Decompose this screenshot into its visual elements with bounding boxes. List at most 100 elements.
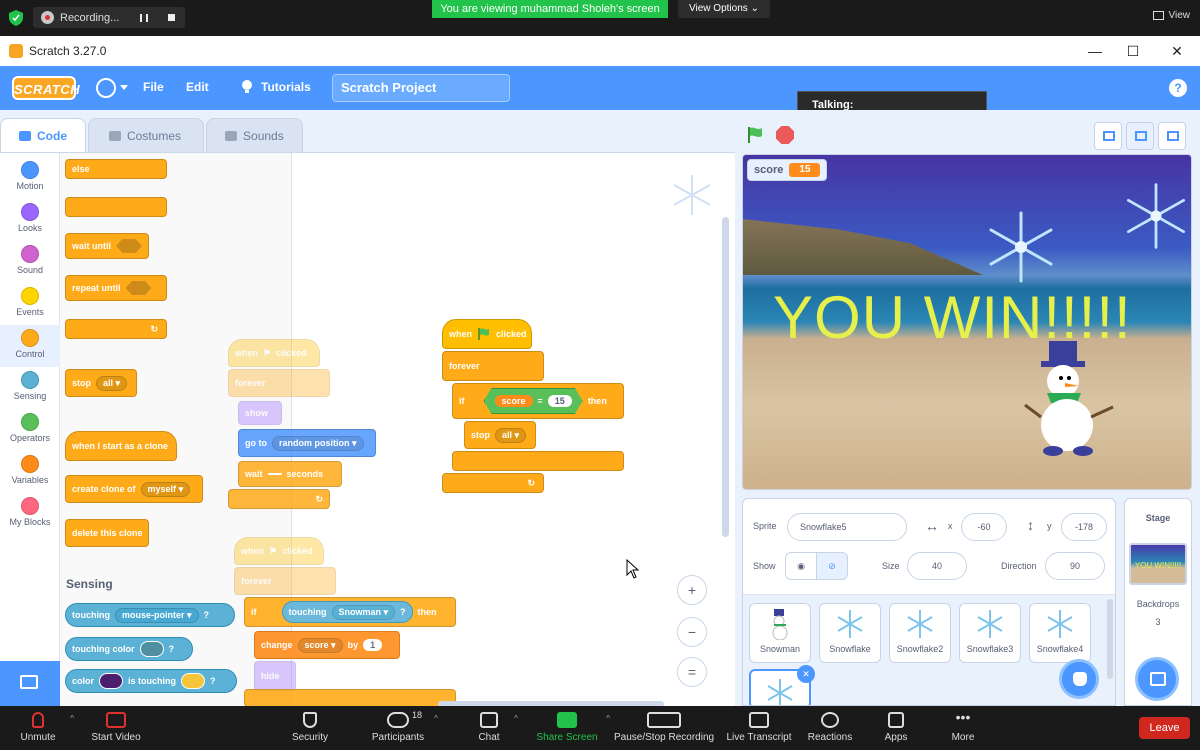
tab-sounds[interactable]: Sounds	[206, 118, 303, 152]
color-touching-block[interactable]: color is touching?	[65, 669, 237, 693]
category-control[interactable]: Control	[0, 325, 60, 367]
caret-up-icon[interactable]: ^	[514, 714, 518, 723]
score-reporter[interactable]: score	[494, 395, 533, 407]
category-operators[interactable]: Operators	[0, 409, 60, 451]
add-extension-button[interactable]	[0, 661, 60, 706]
color-swatch[interactable]	[99, 673, 124, 689]
zoom-reset-button[interactable]: =	[677, 657, 707, 687]
color-swatch[interactable]	[181, 673, 206, 689]
delete-clone-block[interactable]: delete this clone	[65, 519, 149, 547]
vertical-scrollbar[interactable]	[722, 217, 729, 537]
score-target-input[interactable]: 15	[547, 395, 572, 407]
caret-up-icon[interactable]: ^	[70, 714, 74, 723]
sprite-card-snowflake2[interactable]: Snowflake2	[889, 603, 951, 663]
stop-dropdown[interactable]: all ▾	[96, 375, 128, 391]
forever-block[interactable]: forever	[442, 351, 544, 381]
large-stage-button[interactable]	[1126, 122, 1154, 150]
touching-block[interactable]: touching mouse-pointer ▾?	[65, 603, 235, 627]
sprite-card-snowman[interactable]: Snowman	[749, 603, 811, 663]
share-screen-button[interactable]: Share Screen ^	[536, 706, 610, 750]
maximize-button[interactable]: ☐	[1124, 43, 1142, 59]
wait-until-block[interactable]: wait until	[65, 233, 149, 259]
sprite-name-input[interactable]: Snowflake5	[787, 513, 907, 541]
stage-thumbnail[interactable]: YOU WIN!!!!!	[1129, 543, 1187, 585]
category-events[interactable]: Events	[0, 283, 60, 325]
tab-costumes[interactable]: Costumes	[88, 118, 205, 152]
project-title-input[interactable]: Scratch Project	[332, 74, 510, 102]
start-video-button[interactable]: Start Video	[88, 706, 144, 750]
stop-recording-icon[interactable]	[168, 14, 175, 21]
add-sprite-button[interactable]	[1059, 659, 1099, 699]
when-flag-clicked-block[interactable]: when clicked	[442, 319, 532, 349]
stage-canvas[interactable]: score 15 YOU WIN!!!!!	[742, 154, 1192, 490]
if-then-end[interactable]	[452, 451, 624, 471]
show-hidden-button[interactable]: ⊘	[816, 552, 848, 580]
green-flag-icon[interactable]	[746, 126, 764, 144]
help-button[interactable]: ?	[1169, 79, 1187, 97]
reactions-button[interactable]: Reactions	[806, 706, 854, 750]
ghost-show-block[interactable]: show	[238, 401, 282, 425]
category-my-blocks[interactable]: My Blocks	[0, 493, 60, 535]
live-transcript-button[interactable]: Live Transcript	[726, 706, 792, 750]
close-button[interactable]: ✕	[1168, 43, 1186, 59]
chat-button[interactable]: Chat ^	[472, 706, 518, 750]
sprite-list-scrollbar[interactable]	[1107, 599, 1113, 679]
sprite-card-snowflake3[interactable]: Snowflake3	[959, 603, 1021, 663]
sprite-card-snowflake[interactable]: Snowflake	[819, 603, 881, 663]
category-looks[interactable]: Looks	[0, 199, 60, 241]
pause-recording-icon[interactable]	[140, 13, 148, 22]
fullscreen-button[interactable]	[1158, 122, 1186, 150]
else-block-end[interactable]	[65, 197, 167, 217]
ghost-hide-block[interactable]: hide	[254, 661, 296, 691]
snowflake-sprite[interactable]	[983, 209, 1059, 285]
leave-button[interactable]: Leave	[1139, 717, 1190, 739]
y-position-input[interactable]: -178	[1061, 513, 1107, 541]
repeat-until-block[interactable]: repeat until	[65, 275, 167, 301]
sprite-card-snowflake5[interactable]: ✕	[749, 665, 815, 705]
snowman-sprite[interactable]	[1021, 333, 1121, 459]
forever-end[interactable]: ↻	[442, 473, 544, 493]
x-position-input[interactable]: -60	[961, 513, 1007, 541]
apps-button[interactable]: Apps	[880, 706, 912, 750]
category-sensing[interactable]: Sensing	[0, 367, 60, 409]
create-clone-block[interactable]: create clone of myself ▾	[65, 475, 203, 503]
sprite-card-snowflake4[interactable]: Snowflake4	[1029, 603, 1091, 663]
zoom-in-button[interactable]: +	[677, 575, 707, 605]
file-menu[interactable]: File	[143, 80, 164, 94]
wait-input[interactable]	[267, 473, 282, 475]
repeat-until-end[interactable]: ↻	[65, 319, 167, 339]
caret-up-icon[interactable]: ^	[434, 714, 438, 723]
caret-up-icon[interactable]: ^	[606, 714, 610, 723]
when-clone-hat-block[interactable]: when I start as a clone	[65, 431, 177, 461]
minimize-button[interactable]: —	[1086, 43, 1104, 59]
delete-sprite-icon[interactable]: ✕	[797, 665, 815, 683]
stop-dropdown[interactable]: all ▾	[495, 427, 527, 443]
script-area[interactable]: when clicked forever if score = 15 then stop a…	[292, 153, 735, 706]
stop-block[interactable]: stop all ▾	[65, 369, 137, 397]
color-swatch[interactable]	[139, 641, 164, 657]
view-options-button[interactable]: View Options ⌄	[678, 0, 770, 18]
direction-input[interactable]: 90	[1045, 552, 1105, 580]
add-backdrop-button[interactable]	[1135, 657, 1179, 701]
pause-stop-recording-button[interactable]: Pause/Stop Recording	[614, 706, 714, 750]
category-motion[interactable]: Motion	[0, 157, 60, 199]
stop-sign-icon[interactable]	[776, 126, 794, 144]
tab-code[interactable]: Code	[0, 118, 86, 152]
category-variables[interactable]: Variables	[0, 451, 60, 493]
view-button[interactable]: View	[1152, 10, 1190, 21]
size-input[interactable]: 40	[907, 552, 967, 580]
tutorials-menu[interactable]: Tutorials	[261, 80, 311, 94]
globe-icon[interactable]	[96, 78, 116, 98]
touching-dropdown[interactable]: mouse-pointer ▾	[115, 607, 199, 623]
more-button[interactable]: ••• More	[948, 706, 978, 750]
clone-dropdown[interactable]: myself ▾	[140, 481, 191, 497]
else-block[interactable]: else	[65, 159, 167, 179]
security-button[interactable]: Security	[288, 706, 332, 750]
stop-all-block[interactable]: stop all ▾	[464, 421, 536, 449]
equals-operator-block[interactable]: score = 15	[483, 388, 583, 414]
edit-menu[interactable]: Edit	[186, 80, 209, 94]
unmute-button[interactable]: Unmute ^	[14, 706, 74, 750]
touching-color-block[interactable]: touching color?	[65, 637, 193, 661]
category-sound[interactable]: Sound	[0, 241, 60, 283]
show-visible-button[interactable]: ◉	[785, 552, 817, 580]
